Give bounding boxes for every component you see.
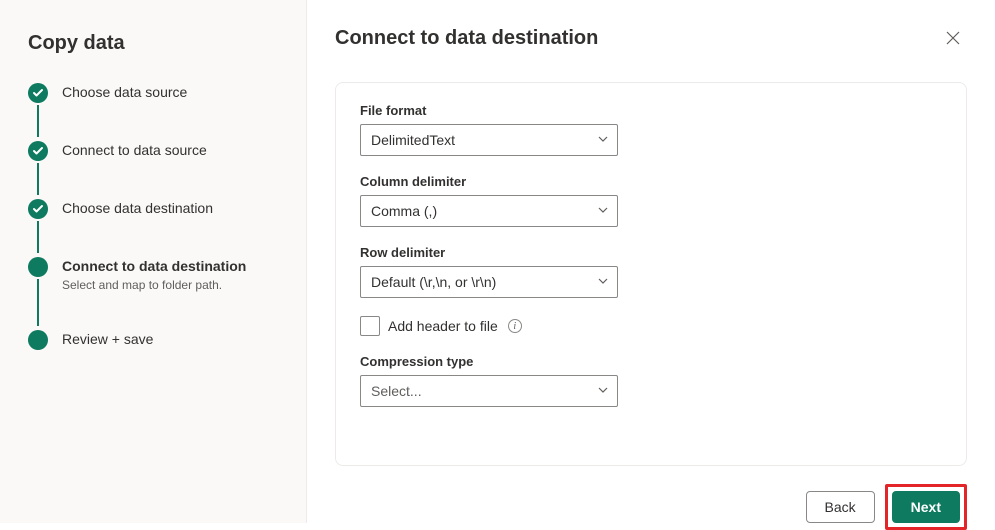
main-content: Connect to data destination File format … bbox=[307, 0, 995, 523]
main-header: Connect to data destination bbox=[335, 24, 967, 52]
file-format-value: DelimitedText bbox=[371, 132, 455, 148]
check-icon bbox=[28, 199, 48, 219]
back-button[interactable]: Back bbox=[806, 491, 875, 523]
column-delimiter-value: Comma (,) bbox=[371, 203, 437, 219]
check-icon bbox=[28, 141, 48, 161]
add-header-checkbox[interactable] bbox=[360, 316, 380, 336]
add-header-row: Add header to file i bbox=[360, 316, 942, 336]
step-label: Choose data source bbox=[62, 84, 187, 100]
next-button[interactable]: Next bbox=[892, 491, 960, 523]
chevron-down-icon bbox=[597, 274, 609, 290]
compression-type-field: Compression type Select... bbox=[360, 354, 942, 407]
step-label: Review + save bbox=[62, 331, 153, 347]
form-panel: File format DelimitedText Column delimit… bbox=[335, 82, 967, 466]
close-button[interactable] bbox=[939, 24, 967, 52]
chevron-down-icon bbox=[597, 132, 609, 148]
step-connect-data-source[interactable]: Connect to data source bbox=[28, 141, 282, 199]
file-format-select[interactable]: DelimitedText bbox=[360, 124, 618, 156]
step-label: Connect to data source bbox=[62, 142, 207, 158]
check-icon bbox=[28, 83, 48, 103]
column-delimiter-select[interactable]: Comma (,) bbox=[360, 195, 618, 227]
file-format-field: File format DelimitedText bbox=[360, 103, 942, 156]
step-review-save[interactable]: Review + save bbox=[28, 330, 282, 350]
file-format-label: File format bbox=[360, 103, 942, 118]
pending-step-icon bbox=[28, 330, 48, 350]
step-label: Choose data destination bbox=[62, 200, 213, 216]
sidebar-title: Copy data bbox=[28, 32, 282, 55]
step-connect-data-destination[interactable]: Connect to data destination Select and m… bbox=[28, 257, 282, 330]
steps-list: Choose data source Connect to data sourc… bbox=[28, 83, 282, 350]
row-delimiter-select[interactable]: Default (\r,\n, or \r\n) bbox=[360, 266, 618, 298]
current-step-icon bbox=[28, 257, 48, 277]
footer: Back Next bbox=[335, 484, 967, 530]
step-label: Connect to data destination bbox=[62, 258, 246, 274]
step-choose-data-source[interactable]: Choose data source bbox=[28, 83, 282, 141]
sidebar: Copy data Choose data source Connect to … bbox=[0, 0, 307, 523]
add-header-label: Add header to file bbox=[388, 318, 498, 334]
row-delimiter-label: Row delimiter bbox=[360, 245, 942, 260]
next-highlight: Next bbox=[885, 484, 967, 530]
page-title: Connect to data destination bbox=[335, 27, 598, 50]
step-desc: Select and map to folder path. bbox=[62, 278, 246, 292]
column-delimiter-label: Column delimiter bbox=[360, 174, 942, 189]
chevron-down-icon bbox=[597, 203, 609, 219]
close-icon bbox=[945, 30, 961, 46]
compression-type-label: Compression type bbox=[360, 354, 942, 369]
compression-type-select[interactable]: Select... bbox=[360, 375, 618, 407]
row-delimiter-value: Default (\r,\n, or \r\n) bbox=[371, 274, 496, 290]
column-delimiter-field: Column delimiter Comma (,) bbox=[360, 174, 942, 227]
chevron-down-icon bbox=[597, 383, 609, 399]
compression-type-placeholder: Select... bbox=[371, 383, 422, 399]
row-delimiter-field: Row delimiter Default (\r,\n, or \r\n) bbox=[360, 245, 942, 298]
step-choose-data-destination[interactable]: Choose data destination bbox=[28, 199, 282, 257]
info-icon[interactable]: i bbox=[508, 319, 522, 333]
